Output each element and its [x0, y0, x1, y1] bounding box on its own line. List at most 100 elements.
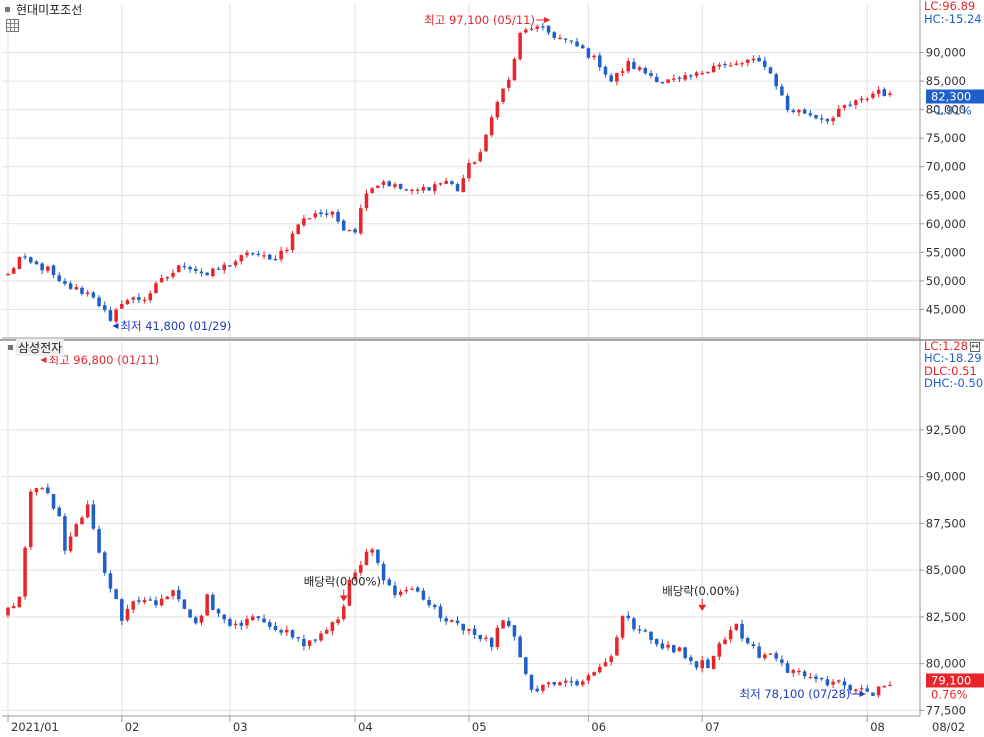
candle-body	[569, 681, 574, 683]
candle-body	[774, 73, 778, 87]
candle	[245, 615, 249, 629]
candle	[28, 256, 33, 265]
candle	[683, 646, 687, 660]
candle	[757, 642, 761, 659]
candle-body	[307, 218, 312, 220]
candle	[763, 56, 767, 70]
candle	[370, 186, 374, 194]
candle-body	[450, 620, 454, 622]
grid-toggle-icon[interactable]	[6, 19, 19, 32]
candle-body	[723, 639, 727, 645]
candle-body	[837, 680, 841, 682]
candle-body	[256, 616, 261, 619]
candle-body	[199, 271, 204, 274]
candle-body	[250, 616, 255, 620]
candle	[154, 596, 158, 608]
x-tick-label: 04	[358, 720, 373, 734]
candle-body	[165, 596, 170, 600]
candle	[427, 187, 431, 192]
candle-body	[216, 609, 221, 614]
candle-body	[267, 254, 272, 260]
candle	[211, 592, 215, 611]
candle-body	[421, 187, 426, 191]
candle	[233, 620, 238, 630]
y-tick-label: 50,000	[926, 274, 966, 288]
candle-body	[137, 297, 141, 300]
candle-body	[592, 672, 596, 676]
candle-body	[296, 224, 300, 235]
candle-body	[211, 594, 215, 610]
candle-body	[336, 211, 340, 222]
candle	[814, 673, 818, 683]
candle	[176, 264, 181, 273]
candle	[871, 91, 875, 100]
candle-body	[125, 608, 130, 621]
candle	[615, 634, 619, 656]
candle-body	[529, 28, 534, 30]
candle-body	[802, 671, 807, 677]
candle	[17, 256, 22, 270]
candle-body	[80, 287, 84, 294]
candle-body	[467, 163, 471, 179]
close-panel-icon[interactable]: ↔	[970, 342, 980, 352]
candle-body	[381, 181, 386, 185]
candle	[307, 218, 312, 220]
candle	[40, 486, 44, 490]
candle	[63, 513, 67, 555]
candle	[199, 268, 204, 277]
candle-body	[85, 504, 90, 518]
candle	[535, 685, 539, 693]
candle	[501, 619, 505, 629]
candle	[114, 307, 118, 324]
candle-body	[6, 273, 10, 276]
candle	[222, 614, 226, 624]
dual-candlestick-chart: 45,000 50,000 55,000 60,000 65,000 70,000 75,0…	[0, 0, 984, 737]
candle	[694, 71, 699, 79]
y-tick-label: 82,500	[926, 610, 966, 624]
candle-body	[586, 48, 591, 58]
candle-body	[63, 516, 67, 551]
candle-body	[632, 618, 636, 630]
candle-body	[176, 265, 181, 273]
candle	[626, 58, 631, 74]
candle-body	[501, 620, 505, 629]
candle-body	[142, 600, 147, 603]
candle	[376, 549, 380, 566]
candle	[273, 255, 278, 261]
candle-body	[273, 625, 278, 631]
candle	[34, 487, 39, 496]
candle-body	[159, 277, 164, 283]
candle-body	[780, 86, 784, 96]
candle	[40, 262, 44, 275]
candle-body	[728, 65, 733, 67]
candle-body	[159, 598, 164, 606]
candle-body	[51, 494, 56, 509]
candle-body	[757, 646, 761, 658]
candle	[569, 676, 574, 687]
candle-body	[347, 230, 352, 232]
candle	[182, 262, 187, 270]
candle	[768, 66, 773, 75]
candle-body	[791, 669, 796, 673]
candle-body	[68, 283, 73, 289]
candle	[433, 603, 437, 610]
candle	[848, 101, 852, 108]
candle	[780, 83, 784, 97]
candle-body	[598, 666, 602, 673]
candle-body	[467, 628, 471, 631]
candle	[495, 624, 500, 651]
candle-body	[825, 118, 830, 122]
candle-body	[262, 255, 266, 257]
candle	[831, 115, 835, 126]
candle-body	[182, 599, 187, 609]
candle	[159, 274, 164, 283]
candle	[888, 90, 892, 97]
candle-body	[387, 181, 392, 187]
candle-body	[51, 265, 56, 275]
candle-body	[791, 110, 796, 113]
candle-body	[102, 305, 107, 311]
candle-body	[285, 629, 289, 633]
candle	[404, 188, 409, 191]
candle	[6, 607, 10, 618]
candle-body	[495, 102, 500, 118]
